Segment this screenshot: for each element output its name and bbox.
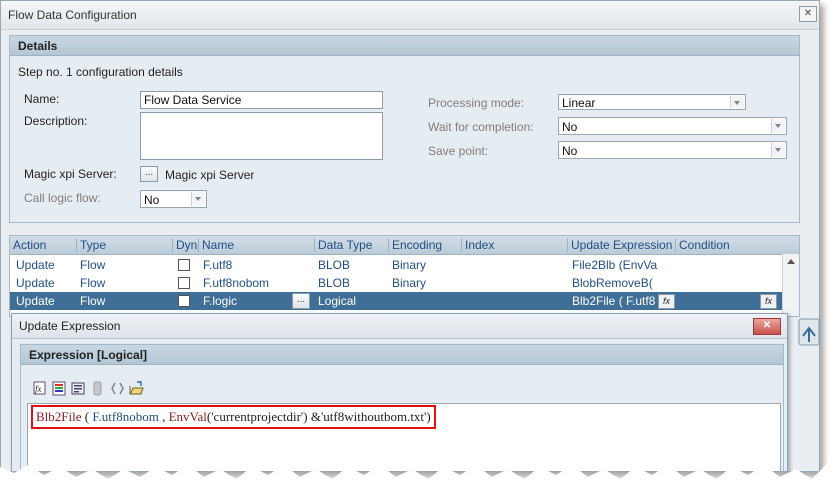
col-condition[interactable]: Condition — [675, 238, 730, 252]
side-tool-icon[interactable] — [798, 318, 822, 348]
name-browse-button[interactable]: ... — [292, 293, 310, 309]
dialog-title: Update Expression — [19, 319, 121, 333]
cell-type: Flow — [80, 294, 106, 308]
cell-type: Flow — [80, 276, 106, 290]
update-table: Action Type Dyn Name Data Type Encoding … — [9, 235, 800, 317]
table-row[interactable]: Update Flow F.utf8nobom BLOB Binary Blob… — [10, 274, 783, 292]
server-value: Magic xpi Server — [165, 168, 255, 182]
chevron-down-icon — [771, 119, 785, 133]
expr-open: ( — [81, 409, 93, 424]
table-row[interactable]: Update Flow F.utf8 BLOB Binary File2Blb … — [10, 256, 783, 274]
dyn-checkbox[interactable] — [178, 259, 190, 271]
update-expression-dialog: Update Expression ✕ Expression [Logical]… — [11, 313, 788, 471]
brackets-icon[interactable] — [110, 381, 125, 396]
col-dyn[interactable]: Dyn — [172, 238, 197, 252]
col-name[interactable]: Name — [198, 238, 234, 252]
name-label: Name: — [24, 92, 60, 106]
cell-action: Update — [16, 276, 55, 290]
condition-fx-button[interactable]: fx — [760, 294, 777, 309]
cell-name: F.utf8nobom — [203, 276, 270, 290]
expr-close: ) — [426, 409, 431, 424]
cell-update-expression: BlobRemoveB( — [572, 276, 653, 290]
function-wizard-icon[interactable]: fx — [33, 381, 48, 396]
expression-panel: Expression [Logical] fx Blb2File ( F.utf… — [20, 344, 784, 471]
cell-name: F.utf8 — [203, 258, 233, 272]
description-field[interactable] — [140, 112, 383, 160]
expr-function: Blb2File — [36, 409, 82, 424]
torn-edge — [0, 455, 835, 487]
expression-fx-button[interactable]: fx — [658, 294, 675, 309]
disabled-icon — [93, 381, 102, 396]
table-header: Action Type Dyn Name Data Type Encoding … — [10, 236, 799, 255]
col-type[interactable]: Type — [76, 238, 106, 252]
cell-type: Flow — [80, 258, 106, 272]
chevron-down-icon — [771, 143, 785, 157]
expression-header-label: Expression [Logical] — [29, 348, 148, 362]
expr-argument: ('currentprojectdir') — [206, 409, 308, 424]
call-logic-value: No — [144, 193, 160, 207]
details-header-label: Details — [18, 39, 58, 53]
server-label: Magic xpi Server: — [24, 167, 117, 181]
processing-mode-value: Linear — [562, 96, 596, 110]
table-scrollbar[interactable] — [782, 254, 799, 316]
cell-encoding: Binary — [392, 258, 427, 272]
window-close-button[interactable]: ✕ — [799, 6, 817, 22]
cell-data-type: Logical — [318, 294, 357, 308]
save-point-select[interactable]: No — [558, 141, 787, 159]
save-point-label: Save point: — [428, 144, 489, 158]
cell-name: F.logic — [203, 294, 238, 308]
processing-mode-label: Processing mode: — [428, 96, 525, 110]
dyn-checkbox[interactable] — [178, 295, 190, 307]
name-field[interactable]: Flow Data Service — [140, 91, 383, 109]
check-syntax-icon[interactable] — [71, 381, 86, 396]
table-row-selected[interactable]: Update Flow F.logic ... Logical Blb2File… — [10, 292, 799, 310]
cell-action: Update — [16, 258, 55, 272]
title-bar: Flow Data Configuration ✕ — [1, 1, 819, 30]
variables-icon[interactable] — [52, 381, 67, 396]
window-title: Flow Data Configuration — [8, 8, 137, 22]
expression-text[interactable]: Blb2File ( F.utf8nobom , EnvVal('current… — [31, 405, 436, 429]
flow-data-configuration-window: Flow Data Configuration ✕ Details Step n… — [0, 0, 820, 472]
chevron-down-icon — [191, 192, 205, 206]
save-point-value: No — [562, 144, 578, 158]
server-browse-button[interactable]: ... — [140, 166, 158, 182]
expr-string: 'utf8withoutbom.txt' — [320, 409, 427, 424]
processing-mode-select[interactable]: Linear — [558, 94, 746, 110]
dialog-title-bar: Update Expression ✕ — [12, 314, 787, 339]
cell-update-expression: Blb2File ( F.utf8 — [572, 294, 656, 308]
cell-action: Update — [16, 294, 55, 308]
call-logic-label: Call logic flow: — [24, 191, 101, 205]
scroll-up-icon[interactable] — [787, 259, 795, 264]
wait-for-completion-value: No — [562, 120, 578, 134]
dialog-close-button[interactable]: ✕ — [753, 318, 781, 335]
col-data-type[interactable]: Data Type — [314, 238, 372, 252]
cell-update-expression: File2Blb (EnvVa — [572, 258, 658, 272]
cell-data-type: BLOB — [318, 276, 351, 290]
col-encoding[interactable]: Encoding — [388, 238, 442, 252]
col-action[interactable]: Action — [10, 238, 46, 252]
svg-text:fx: fx — [35, 384, 42, 394]
expr-variable: F.utf8nobom — [92, 409, 159, 424]
details-panel: Details Step no. 1 configuration details… — [9, 35, 800, 223]
description-label: Description: — [24, 114, 88, 128]
cell-encoding: Binary — [392, 276, 427, 290]
expr-comma: , — [158, 409, 169, 424]
cell-data-type: BLOB — [318, 258, 351, 272]
expression-header: Expression [Logical] — [21, 345, 783, 365]
open-icon[interactable] — [129, 381, 144, 396]
details-header: Details — [10, 36, 799, 56]
col-index[interactable]: Index — [461, 238, 494, 252]
chevron-down-icon — [730, 96, 744, 108]
dyn-checkbox[interactable] — [178, 277, 190, 289]
call-logic-select[interactable]: No — [140, 190, 207, 208]
expr-function-2: EnvVal — [168, 409, 207, 424]
expr-ampersand: & — [307, 409, 321, 424]
step-text: Step no. 1 configuration details — [18, 65, 183, 79]
wait-for-completion-label: Wait for completion: — [428, 120, 534, 134]
col-update-expression[interactable]: Update Expression — [567, 238, 672, 252]
wait-for-completion-select[interactable]: No — [558, 117, 787, 135]
